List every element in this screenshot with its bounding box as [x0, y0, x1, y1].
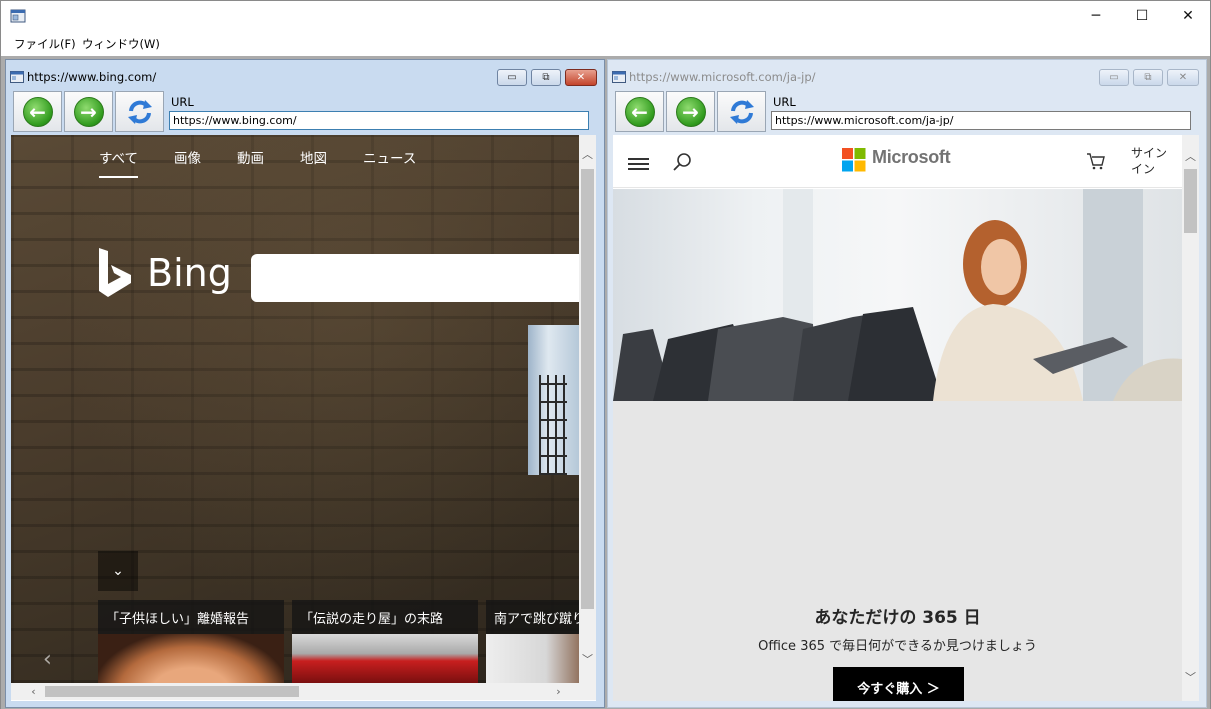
scroll-down-icon[interactable]: ﹀ — [579, 650, 596, 667]
scroll-down-icon[interactable]: ﹀ — [1182, 668, 1199, 685]
promo-heading: あなただけの 365 日 — [814, 608, 981, 628]
buy-now-button[interactable]: 今すぐ購入 ＞ — [833, 667, 964, 701]
forward-button[interactable]: → — [64, 91, 113, 132]
refresh-button[interactable] — [717, 91, 766, 132]
bing-background-window-bars — [539, 375, 567, 475]
browser-view[interactable]: Microsoft サインイン あなただけの 365 日 Office 365 … — [613, 135, 1199, 701]
menu-bar: ファイル(F) ウィンドウ(W) — [1, 32, 1210, 54]
hamburger-menu-icon[interactable] — [628, 158, 649, 170]
promo-section — [613, 401, 1182, 701]
scroll-thumb[interactable] — [1184, 169, 1197, 233]
vertical-scrollbar[interactable]: ︿ ﹀ — [579, 135, 596, 683]
horizontal-scrollbar[interactable]: ‹ › — [11, 683, 596, 700]
child-close-button[interactable]: ✕ — [1167, 69, 1199, 86]
back-arrow-icon: ← — [22, 96, 53, 127]
bing-nav-tabs: すべて 画像 動画 地図 ニュース — [99, 147, 452, 178]
cart-icon[interactable] — [1086, 151, 1106, 171]
minimize-button[interactable]: ─ — [1073, 1, 1119, 31]
url-label: URL — [171, 95, 194, 109]
microsoft-logo-text[interactable]: Microsoft — [872, 147, 951, 168]
tab-images[interactable]: 画像 — [174, 147, 201, 178]
app-window: ─ ☐ ✕ ファイル(F) ウィンドウ(W) https://www.bing.… — [0, 0, 1211, 709]
child-minimize-button[interactable]: ▭ — [497, 69, 527, 86]
app-icon — [10, 9, 26, 23]
forward-arrow-icon: → — [675, 96, 706, 127]
bing-logo-icon — [99, 248, 131, 297]
child-window-microsoft[interactable]: https://www.microsoft.com/ja-jp/ ▭ ⧉ ✕ ←… — [607, 59, 1207, 708]
expand-chevron-button[interactable]: ⌄ — [98, 551, 138, 591]
child-restore-button[interactable]: ⧉ — [1133, 69, 1163, 86]
forward-arrow-icon: → — [73, 96, 104, 127]
back-button[interactable]: ← — [615, 91, 664, 132]
forward-button[interactable]: → — [666, 91, 715, 132]
title-bar[interactable]: ─ ☐ ✕ — [1, 1, 1210, 31]
microsoft-logo-icon[interactable] — [842, 148, 866, 172]
search-icon[interactable] — [671, 151, 693, 173]
child-title-bar[interactable]: https://www.bing.com/ ▭ ⧉ ✕ — [6, 60, 604, 88]
carousel-prev-icon[interactable]: ‹ — [43, 647, 52, 672]
child-restore-button[interactable]: ⧉ — [531, 69, 561, 86]
scroll-left-icon[interactable]: ‹ — [25, 683, 42, 700]
child-minimize-button[interactable]: ▭ — [1099, 69, 1129, 86]
child-window-bing[interactable]: https://www.bing.com/ ▭ ⧉ ✕ ← → URL http… — [5, 59, 605, 708]
promo-subheading: Office 365 で毎日何ができるか見つけましょう — [758, 639, 1037, 654]
browser-view[interactable]: すべて 画像 動画 地図 ニュース Bing ⌄ ‹ 「子供ほしい」離婚報告 「… — [11, 135, 596, 701]
news-thumbnail — [292, 634, 478, 683]
tab-news[interactable]: ニュース — [363, 147, 416, 178]
navigation-toolbar: ← → URL — [613, 91, 1201, 133]
news-thumbnail — [98, 634, 284, 683]
url-input[interactable] — [771, 111, 1191, 130]
news-card[interactable]: 「伝説の走り屋」の末路 — [292, 600, 478, 683]
back-button[interactable]: ← — [13, 91, 62, 132]
menu-window[interactable]: ウィンドウ(W) — [82, 36, 160, 52]
url-input[interactable] — [169, 111, 589, 130]
vertical-scrollbar[interactable]: ︿ ﹀ — [1182, 135, 1199, 701]
news-card[interactable]: 「子供ほしい」離婚報告 — [98, 600, 284, 683]
child-title-text: https://www.microsoft.com/ja-jp/ — [629, 70, 816, 84]
refresh-icon — [127, 99, 152, 124]
back-arrow-icon: ← — [624, 96, 655, 127]
scroll-right-icon[interactable]: › — [550, 683, 567, 700]
bing-search-input[interactable] — [251, 254, 591, 302]
news-title: 「子供ほしい」離婚報告 — [98, 600, 284, 634]
scroll-thumb[interactable] — [45, 686, 299, 697]
tab-videos[interactable]: 動画 — [237, 147, 264, 178]
maximize-button[interactable]: ☐ — [1119, 1, 1165, 31]
child-title-bar[interactable]: https://www.microsoft.com/ja-jp/ ▭ ⧉ ✕ — [608, 60, 1206, 88]
child-title-text: https://www.bing.com/ — [27, 70, 157, 84]
navigation-toolbar: ← → URL — [11, 91, 599, 133]
hero-illustration — [613, 189, 1182, 401]
tab-maps[interactable]: 地図 — [300, 147, 327, 178]
ms-header: Microsoft サインイン — [613, 135, 1182, 188]
window-icon — [612, 71, 626, 83]
child-close-button[interactable]: ✕ — [565, 69, 597, 86]
bing-logo-text: Bing — [147, 251, 232, 295]
scroll-thumb[interactable] — [581, 169, 594, 609]
hero-image — [613, 189, 1182, 401]
refresh-button[interactable] — [115, 91, 164, 132]
scroll-up-icon[interactable]: ︿ — [579, 145, 596, 162]
refresh-icon — [729, 99, 754, 124]
scroll-up-icon[interactable]: ︿ — [1182, 147, 1199, 164]
menu-file[interactable]: ファイル(F) — [14, 36, 76, 52]
tab-all[interactable]: すべて — [99, 147, 139, 178]
close-button[interactable]: ✕ — [1165, 1, 1211, 31]
signin-link[interactable]: サインイン — [1131, 145, 1177, 177]
url-label: URL — [773, 95, 796, 109]
window-icon — [10, 71, 24, 83]
news-title: 「伝説の走り屋」の末路 — [292, 600, 478, 634]
